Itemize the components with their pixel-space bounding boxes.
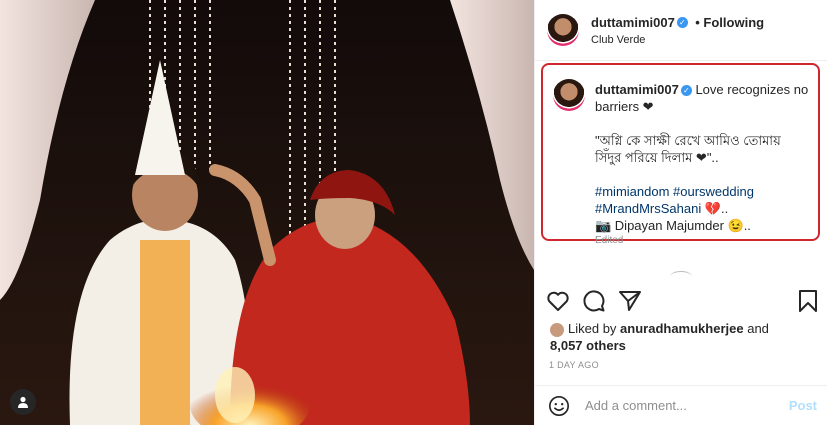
liked-by-label: Liked by — [568, 321, 617, 336]
heart-icon[interactable] — [546, 289, 570, 313]
action-bar — [546, 289, 818, 315]
photo-credit: 📷 Dipayan Majumder 😉.. — [595, 218, 751, 233]
post-photo[interactable] — [0, 0, 534, 425]
following-button[interactable]: • Following — [695, 15, 764, 30]
hashtag-line-1[interactable]: #mimiandom #ourswedding — [595, 183, 809, 200]
caption: duttamimi007 ✓ Love recognizes no barrier… — [595, 81, 809, 247]
comment-icon[interactable] — [582, 289, 606, 313]
likes-summary: Liked by anuradhamukherjee and 8,057 oth… — [550, 320, 820, 354]
caption-highlight-box: duttamimi007 ✓ Love recognizes no barrier… — [541, 63, 820, 246]
liker-avatar[interactable] — [550, 322, 564, 337]
verified-badge-icon: ✓ — [680, 85, 692, 97]
likes-others-link[interactable]: 8,057 others — [550, 338, 626, 353]
post-comment-button[interactable]: Post — [789, 398, 817, 413]
liker-username[interactable]: anuradhamukherjee — [620, 321, 744, 336]
caption-username[interactable]: duttamimi007 — [595, 82, 679, 97]
post-timestamp[interactable]: 1 DAY AGO — [549, 360, 599, 370]
comment-input[interactable] — [583, 397, 777, 414]
wedding-photo-illustration — [0, 0, 534, 425]
location-link[interactable]: Club Verde — [591, 34, 764, 46]
load-more-indicator[interactable] — [670, 271, 692, 282]
avatar[interactable] — [553, 79, 585, 111]
username-link[interactable]: duttamimi007 — [591, 15, 675, 30]
hashtag-line-2[interactable]: #MrandMrsSahani — [595, 201, 701, 216]
share-icon[interactable] — [618, 289, 642, 313]
user-tag-icon[interactable] — [10, 389, 36, 415]
comment-bar: Post — [534, 385, 827, 425]
emoji-icon[interactable] — [548, 395, 570, 417]
verified-badge-icon: ✓ — [676, 17, 688, 29]
caption-bengali-line-2: সিঁদুর পরিয়ে দিলাম ❤".. — [595, 150, 719, 165]
liked-by-and: and — [747, 321, 769, 336]
bookmark-icon[interactable] — [796, 289, 820, 313]
hashtag-suffix: 💔.. — [704, 201, 729, 216]
caption-bengali-line-1: "অগ্নি কে সাক্ষী রেখে আমিও তোমায় — [595, 133, 781, 148]
header-text: duttamimi007 ✓ • Following Club Verde — [591, 14, 764, 46]
avatar[interactable] — [547, 14, 579, 46]
caption-edited-label: Edited — [595, 235, 624, 246]
post-header: duttamimi007 ✓ • Following Club Verde — [535, 0, 827, 61]
